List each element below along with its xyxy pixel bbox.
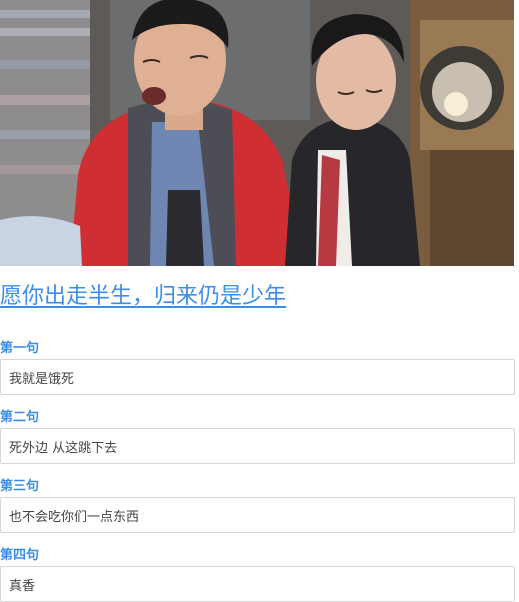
line-field-2: 第二句 [0, 410, 516, 464]
line-2-input[interactable] [0, 428, 515, 464]
line-1-input[interactable] [0, 359, 515, 395]
field-label: 第四句 [0, 548, 40, 563]
field-label: 第一句 [0, 341, 40, 356]
line-field-4: 第四句 [0, 548, 516, 602]
field-label: 第二句 [0, 410, 40, 425]
hero-image [0, 0, 514, 266]
field-label: 第三句 [0, 479, 40, 494]
line-3-input[interactable] [0, 497, 515, 533]
line-field-3: 第三句 [0, 479, 516, 533]
line-4-input[interactable] [0, 566, 515, 602]
meme-generator-page: 愿你出走半生，归来仍是少年 第一句 第二句 第三句 第四句 [0, 0, 519, 602]
hero-illustration [0, 0, 514, 266]
page-title-link[interactable]: 愿你出走半生，归来仍是少年 [0, 282, 286, 312]
line-field-1: 第一句 [0, 341, 516, 395]
